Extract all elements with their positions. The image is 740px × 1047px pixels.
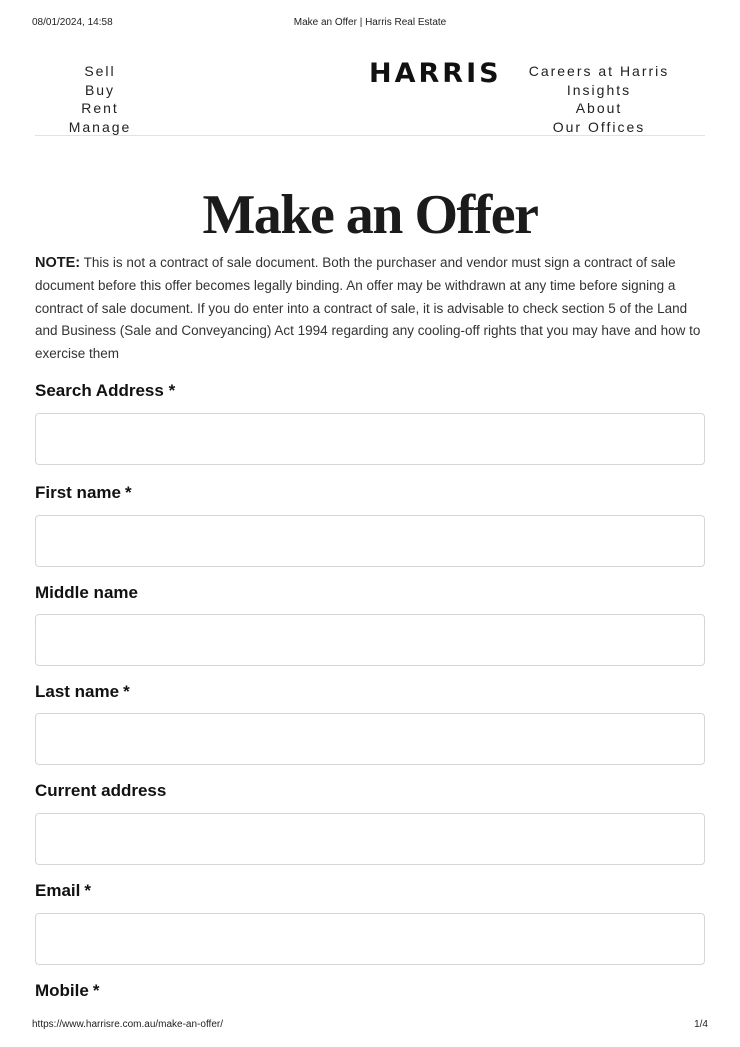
search-address-label-text: Search Address	[35, 381, 164, 400]
print-page-number: 1/4	[694, 1019, 708, 1030]
note-label: NOTE:	[35, 255, 81, 271]
email-input[interactable]	[35, 913, 705, 965]
required-marker: *	[124, 483, 132, 502]
current-address-label: Current address	[35, 781, 166, 801]
page-title: Make an Offer	[202, 184, 539, 246]
page: 08/01/2024, 14:58 Make an Offer | Harris…	[0, 0, 740, 1047]
required-marker: *	[168, 381, 176, 400]
note-text: This is not a contract of sale document.…	[35, 255, 701, 362]
middle-name-label-text: Middle name	[35, 583, 138, 602]
search-address-input[interactable]	[35, 413, 705, 465]
disclaimer-note: NOTE: This is not a contract of sale doc…	[35, 252, 707, 366]
current-address-label-text: Current address	[35, 781, 167, 800]
nav-link-insights[interactable]: Insights	[517, 81, 681, 100]
last-name-label: Last name *	[35, 682, 130, 702]
email-label-text: Email	[35, 881, 81, 900]
required-marker: *	[92, 981, 100, 1000]
nav-link-careers[interactable]: Careers at Harris	[517, 62, 681, 81]
middle-name-input[interactable]	[35, 614, 705, 666]
current-address-input[interactable]	[35, 813, 705, 865]
email-label: Email *	[35, 881, 91, 901]
print-url: https://www.harrisre.com.au/make-an-offe…	[32, 1019, 223, 1030]
nav-right: Careers at Harris Insights About Our Off…	[517, 62, 681, 137]
site-header: Sell Buy Rent Manage HARRIS Careers at H…	[35, 57, 705, 136]
print-page-title: Make an Offer | Harris Real Estate	[293, 17, 447, 28]
last-name-label-text: Last name	[35, 682, 120, 701]
nav-link-our-offices[interactable]: Our Offices	[517, 118, 681, 137]
last-name-input[interactable]	[35, 713, 705, 765]
search-address-label: Search Address *	[35, 381, 175, 401]
required-marker: *	[123, 682, 130, 701]
nav-link-about[interactable]: About	[517, 99, 681, 118]
required-marker: *	[84, 881, 91, 900]
first-name-label-text: First name	[35, 483, 121, 502]
nav-link-sell[interactable]: Sell	[35, 62, 165, 81]
mobile-label: Mobile *	[35, 981, 99, 1001]
first-name-label: First name *	[35, 483, 132, 503]
nav-left: Sell Buy Rent Manage	[35, 62, 165, 137]
nav-link-rent[interactable]: Rent	[35, 99, 165, 118]
nav-link-buy[interactable]: Buy	[35, 81, 165, 100]
harris-logo[interactable]: HARRIS	[369, 58, 502, 89]
middle-name-label: Middle name	[35, 583, 138, 603]
first-name-input[interactable]	[35, 515, 705, 567]
nav-link-manage[interactable]: Manage	[35, 118, 165, 137]
mobile-label-text: Mobile	[35, 981, 89, 1000]
